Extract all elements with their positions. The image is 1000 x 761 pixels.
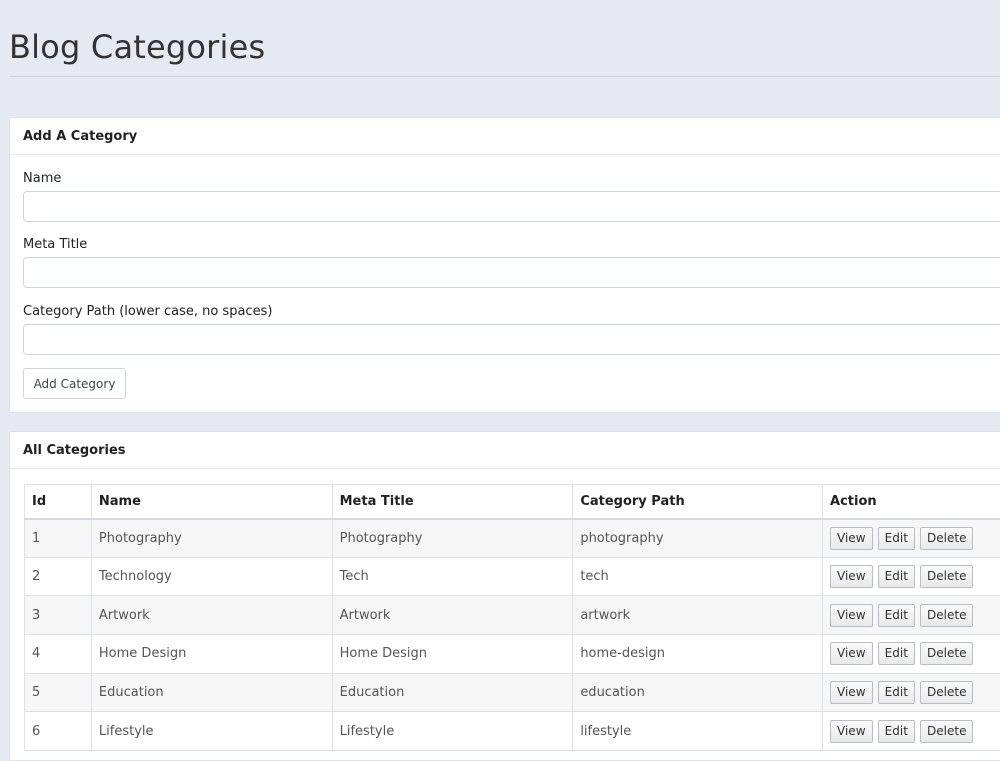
cell-meta-title: Tech — [332, 557, 573, 596]
cell-actions: View Edit Delete — [823, 519, 1000, 558]
cell-id: 1 — [25, 519, 92, 558]
table-header-row: Id Name Meta Title Category Path Action — [25, 485, 1000, 519]
cell-category-path: home-design — [573, 635, 823, 674]
column-header-id: Id — [25, 485, 92, 519]
cell-id: 4 — [25, 635, 92, 674]
delete-button[interactable]: Delete — [920, 642, 973, 665]
table-row: 2 Technology Tech tech View Edit Delete — [25, 557, 1000, 596]
page-title: Blog Categories — [9, 28, 265, 66]
cell-name: Artwork — [91, 596, 332, 635]
delete-button[interactable]: Delete — [920, 527, 973, 550]
cell-meta-title: Lifestyle — [332, 712, 573, 751]
cell-name: Photography — [91, 519, 332, 558]
title-divider — [9, 76, 1000, 77]
meta-title-input[interactable] — [23, 257, 1000, 288]
edit-button[interactable]: Edit — [878, 720, 915, 743]
delete-button[interactable]: Delete — [920, 565, 973, 588]
name-label: Name — [23, 171, 61, 186]
column-header-meta-title: Meta Title — [332, 485, 573, 519]
categories-table: Id Name Meta Title Category Path Action … — [24, 484, 1000, 751]
cell-name: Home Design — [91, 635, 332, 674]
cell-actions: View Edit Delete — [823, 596, 1000, 635]
cell-actions: View Edit Delete — [823, 635, 1000, 674]
edit-button[interactable]: Edit — [878, 527, 915, 550]
view-button[interactable]: View — [830, 604, 872, 627]
add-category-panel: Add A Category Name Meta Title Category … — [9, 117, 1000, 413]
delete-button[interactable]: Delete — [920, 720, 973, 743]
cell-name: Education — [91, 673, 332, 712]
column-header-name: Name — [91, 485, 332, 519]
cell-category-path: education — [573, 673, 823, 712]
cell-meta-title: Photography — [332, 519, 573, 558]
column-header-category-path: Category Path — [573, 485, 823, 519]
delete-button[interactable]: Delete — [920, 681, 973, 704]
cell-id: 5 — [25, 673, 92, 712]
cell-id: 2 — [25, 557, 92, 596]
cell-category-path: tech — [573, 557, 823, 596]
table-row: 4 Home Design Home Design home-design Vi… — [25, 635, 1000, 674]
add-category-heading: Add A Category — [10, 118, 1000, 155]
category-path-input[interactable] — [23, 324, 1000, 355]
category-path-label: Category Path (lower case, no spaces) — [23, 304, 272, 319]
view-button[interactable]: View — [830, 642, 872, 665]
cell-meta-title: Education — [332, 673, 573, 712]
cell-category-path: artwork — [573, 596, 823, 635]
cell-meta-title: Home Design — [332, 635, 573, 674]
meta-title-label: Meta Title — [23, 237, 87, 252]
cell-actions: View Edit Delete — [823, 712, 1000, 751]
view-button[interactable]: View — [830, 681, 872, 704]
edit-button[interactable]: Edit — [878, 604, 915, 627]
table-row: 1 Photography Photography photography Vi… — [25, 519, 1000, 558]
cell-meta-title: Artwork — [332, 596, 573, 635]
all-categories-heading: All Categories — [10, 432, 1000, 469]
name-input[interactable] — [23, 191, 1000, 222]
cell-name: Technology — [91, 557, 332, 596]
view-button[interactable]: View — [830, 565, 872, 588]
view-button[interactable]: View — [830, 720, 872, 743]
table-row: 5 Education Education education View Edi… — [25, 673, 1000, 712]
add-category-button[interactable]: Add Category — [23, 368, 126, 399]
edit-button[interactable]: Edit — [878, 642, 915, 665]
cell-name: Lifestyle — [91, 712, 332, 751]
cell-category-path: lifestyle — [573, 712, 823, 751]
cell-id: 3 — [25, 596, 92, 635]
table-row: 3 Artwork Artwork artwork View Edit Dele… — [25, 596, 1000, 635]
cell-category-path: photography — [573, 519, 823, 558]
edit-button[interactable]: Edit — [878, 681, 915, 704]
cell-actions: View Edit Delete — [823, 557, 1000, 596]
edit-button[interactable]: Edit — [878, 565, 915, 588]
delete-button[interactable]: Delete — [920, 604, 973, 627]
cell-id: 6 — [25, 712, 92, 751]
table-row: 6 Lifestyle Lifestyle lifestyle View Edi… — [25, 712, 1000, 751]
all-categories-panel: All Categories Id Name Meta Title Catego… — [9, 431, 1000, 761]
column-header-action: Action — [823, 485, 1000, 519]
view-button[interactable]: View — [830, 527, 872, 550]
cell-actions: View Edit Delete — [823, 673, 1000, 712]
